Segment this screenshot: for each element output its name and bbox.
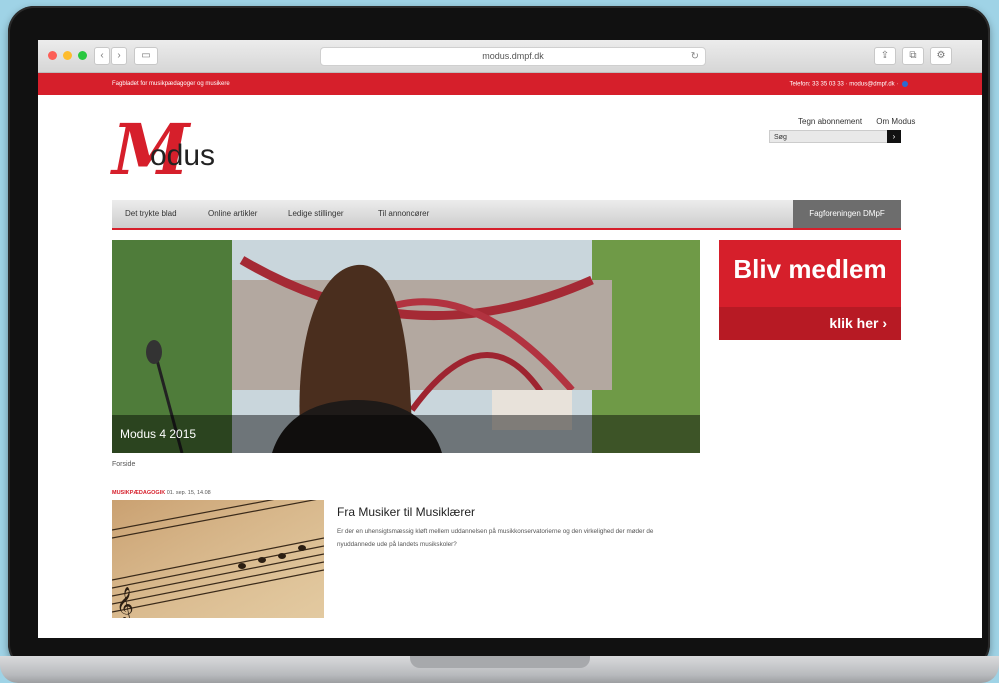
article-teaser: Er der en uhensigtsmæssig kløft mellem u… [337,528,654,548]
user-icon[interactable] [902,80,908,87]
subscribe-link[interactable]: Tegn abonnement [798,117,862,126]
url-text: modus.dmpf.dk [482,51,544,61]
laptop-frame: ‹ › ▭ modus.dmpf.dk ↻ ⇪ ⧉ ⚙ Fagbladet fo… [8,6,990,670]
search-placeholder: Søg [774,134,787,141]
contact-text: Telefon: 33 35 03 33 · modus@dmpf.dk · [789,81,899,88]
svg-text:𝄞: 𝄞 [116,587,134,618]
modus-logo[interactable]: M odus [112,113,216,187]
hero-caption: Modus 4 2015 [120,427,197,441]
join-title: Bliv medlem [733,254,887,284]
laptop-notch [410,656,590,668]
contact-info: Telefon: 33 35 03 33 · modus@dmpf.dk · [789,80,908,88]
address-bar[interactable]: modus.dmpf.dk ↻ [320,47,706,66]
nav-item-advertisers[interactable]: Til annoncører [378,200,429,228]
tabs-icon[interactable]: ⧉ [902,47,924,65]
search-submit-button[interactable]: › [887,130,901,143]
settings-icon[interactable]: ⚙ [930,47,952,65]
hero-banner[interactable]: Modus 4 2015 [112,240,700,453]
about-link[interactable]: Om Modus [876,117,915,126]
laptop-base [0,656,999,683]
nav-item-online-articles[interactable]: Online artikler [208,200,257,228]
close-window-button[interactable] [48,51,57,60]
minimize-window-button[interactable] [63,51,72,60]
logo-text: odus [150,139,216,172]
article-date: 01. sep. 15, 14.08 [166,490,211,496]
sheet-music-image: 𝄞 [112,500,324,618]
back-icon[interactable]: ‹ [94,47,110,65]
nav-item-job-listings[interactable]: Ledige stillinger [288,200,344,228]
search-input[interactable]: Søg › [769,130,901,143]
reload-icon[interactable]: ↻ [691,48,699,65]
top-info-strip: Fagbladet for musikpædagoger og musikere… [38,73,982,95]
share-icon[interactable]: ⇪ [874,47,896,65]
hero-caption-bar: Modus 4 2015 [112,415,700,453]
join-banner[interactable]: Bliv medlem klik her › [719,240,901,340]
article-meta: MUSIKPÆDAGOGIK 01. sep. 15, 14.08 [112,490,211,496]
article-title[interactable]: Fra Musiker til Musiklærer [337,505,475,519]
breadcrumb[interactable]: Forside [112,461,135,468]
header-links: Tegn abonnement Om Modus [786,117,915,126]
join-link[interactable]: klik her › [719,307,901,340]
nav-item-union[interactable]: Fagforeningen DMpF [793,200,901,228]
article-category[interactable]: MUSIKPÆDAGOGIK [112,490,165,496]
tagline: Fagbladet for musikpædagoger og musikere [112,81,230,87]
browser-toolbar: ‹ › ▭ modus.dmpf.dk ↻ ⇪ ⧉ ⚙ [38,40,982,73]
nav-item-printed-magazine[interactable]: Det trykte blad [125,200,177,228]
sidebar-icon[interactable]: ▭ [134,47,158,65]
forward-icon[interactable]: › [111,47,127,65]
maximize-window-button[interactable] [78,51,87,60]
main-navigation: Det trykte blad Online artikler Ledige s… [112,200,901,230]
article-image[interactable]: 𝄞 [112,500,324,618]
browser-window: ‹ › ▭ modus.dmpf.dk ↻ ⇪ ⧉ ⚙ Fagbladet fo… [38,40,982,638]
